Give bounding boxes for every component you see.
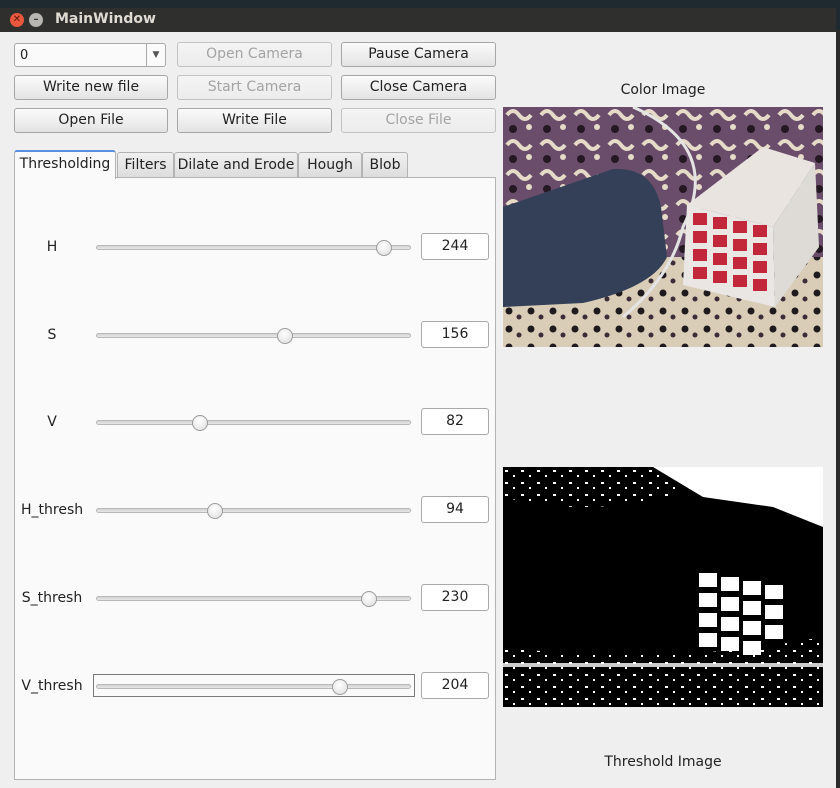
start-camera-button[interactable]: Start Camera bbox=[177, 75, 332, 100]
slider-handle[interactable] bbox=[375, 240, 392, 256]
tab-dilate-and-erode[interactable]: Dilate and Erode bbox=[174, 152, 298, 178]
color-image-caption: Color Image bbox=[620, 82, 706, 98]
slider-handle[interactable] bbox=[206, 503, 223, 519]
minimize-window-icon[interactable]: – bbox=[29, 13, 43, 27]
camera-index-value: 0 bbox=[20, 48, 29, 63]
slider-handle[interactable] bbox=[360, 591, 377, 607]
v-thresh-value-field[interactable]: 204 bbox=[421, 672, 489, 699]
tab-filters[interactable]: Filters bbox=[117, 152, 174, 178]
tab-hough[interactable]: Hough bbox=[298, 152, 362, 178]
slider-label: H_thresh bbox=[21, 502, 84, 518]
close-camera-button[interactable]: Close Camera bbox=[341, 75, 496, 100]
s-thresh-value-field[interactable]: 230 bbox=[421, 584, 489, 611]
threshold-image-caption: Threshold Image bbox=[604, 754, 722, 770]
slider-handle[interactable] bbox=[191, 415, 208, 431]
slider-handle[interactable] bbox=[276, 328, 293, 344]
slider-row-h-thresh: H_thresh 94 bbox=[15, 496, 495, 526]
main-window: ✕ – MainWindow 0 ▼ Open Camera Pause Cam… bbox=[0, 8, 836, 788]
open-file-button[interactable]: Open File bbox=[14, 108, 168, 133]
close-file-button[interactable]: Close File bbox=[341, 108, 496, 133]
slider-label: S_thresh bbox=[21, 590, 83, 606]
close-window-icon[interactable]: ✕ bbox=[10, 13, 24, 27]
title-bar: ✕ – MainWindow bbox=[0, 8, 836, 32]
slider-row-s-thresh: S_thresh 230 bbox=[15, 584, 495, 614]
slider-row-v: V 82 bbox=[15, 408, 495, 438]
tab-thresholding[interactable]: Thresholding bbox=[14, 150, 116, 179]
h-value-field[interactable]: 244 bbox=[421, 233, 489, 260]
slider-label: V_thresh bbox=[21, 678, 83, 694]
write-file-button[interactable]: Write File bbox=[177, 108, 332, 133]
slider-row-h: H 244 bbox=[15, 233, 495, 263]
v-slider[interactable] bbox=[96, 420, 411, 425]
h-thresh-slider[interactable] bbox=[96, 508, 411, 513]
s-value-field[interactable]: 156 bbox=[421, 321, 489, 348]
threshold-image bbox=[503, 467, 823, 707]
open-camera-button[interactable]: Open Camera bbox=[177, 42, 332, 67]
window-title: MainWindow bbox=[55, 11, 156, 27]
h-slider[interactable] bbox=[96, 245, 411, 250]
slider-label: H bbox=[46, 239, 58, 255]
camera-index-combo[interactable]: 0 ▼ bbox=[14, 43, 166, 67]
s-slider[interactable] bbox=[96, 333, 411, 338]
v-thresh-slider[interactable] bbox=[96, 684, 411, 689]
slider-row-v-thresh: V_thresh 204 bbox=[15, 672, 495, 702]
tab-blob[interactable]: Blob bbox=[362, 152, 408, 178]
chevron-down-icon[interactable]: ▼ bbox=[146, 44, 165, 66]
v-value-field[interactable]: 82 bbox=[421, 408, 489, 435]
write-new-file-button[interactable]: Write new file bbox=[14, 75, 168, 100]
thresholding-panel: H 244 S 156 V 82 H_thresh 94 S_thresh 23… bbox=[14, 177, 496, 780]
slider-label: S bbox=[47, 327, 57, 343]
pause-camera-button[interactable]: Pause Camera bbox=[341, 42, 496, 67]
h-thresh-value-field[interactable]: 94 bbox=[421, 496, 489, 523]
slider-row-s: S 156 bbox=[15, 321, 495, 351]
slider-label: V bbox=[47, 414, 57, 430]
color-image bbox=[503, 107, 823, 347]
